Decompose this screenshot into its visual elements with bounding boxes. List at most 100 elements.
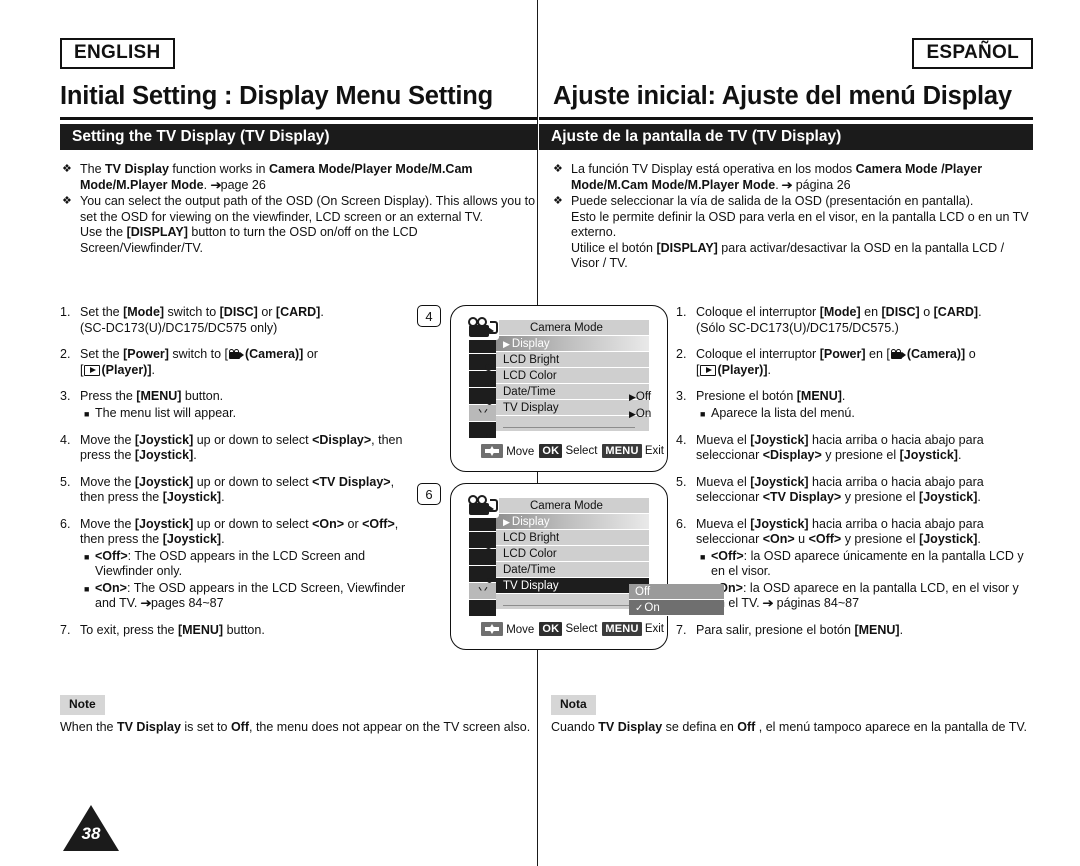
- body-text: button.: [181, 389, 224, 403]
- body-text: .: [977, 532, 981, 546]
- checkmark-icon: ✓: [635, 603, 644, 614]
- square-bullet-icon: ■: [84, 551, 90, 562]
- osd-row-label: Date/Time: [503, 564, 556, 576]
- body-text: or: [303, 347, 318, 361]
- osd-row-date-time[interactable]: Date/Time: [496, 562, 649, 578]
- note-text-english: When the TV Display is set to Off, the m…: [60, 720, 538, 736]
- body-text: function works in: [168, 162, 269, 176]
- emphasis-text: (Camera)]: [906, 347, 966, 361]
- emphasis-text: [MENU]: [854, 622, 900, 637]
- osd-row-label: LCD Color: [503, 548, 557, 560]
- osd-submenu-option-off[interactable]: Off: [629, 584, 724, 600]
- emphasis-text: [Joystick]: [162, 490, 222, 504]
- body-text: up or down to select: [193, 516, 313, 531]
- step-number: 5.: [60, 474, 71, 489]
- osd-icon-cell-gear[interactable]: [469, 422, 496, 439]
- step-item: 1. Set the [Mode] switch to [DISC] or [CA…: [60, 305, 410, 336]
- osd-row-lcd-bright[interactable]: LCD Bright: [496, 352, 649, 368]
- key-menu-icon: MENU: [602, 444, 642, 458]
- page-ref-arrow-icon: ➜: [209, 177, 222, 192]
- osd-submenu: Off ✓On: [629, 584, 724, 616]
- body-text: Utilice el botón: [571, 240, 657, 255]
- emphasis-text: [Power]: [123, 347, 169, 361]
- osd-submenu-option-on[interactable]: ✓On: [629, 600, 724, 616]
- body-text: up or down to select: [193, 432, 313, 447]
- diamond-bullet-icon: ❖: [62, 195, 72, 207]
- osd-row-display[interactable]: ▶ Display: [496, 336, 649, 352]
- step-number: 3.: [60, 389, 71, 403]
- step-item: 6. Move the [Joystick] up or down to sele…: [60, 517, 410, 612]
- osd-row-date-time[interactable]: Date/Time: [496, 384, 649, 400]
- bullet-list-english: ❖ The TV Display function works in Camera…: [60, 162, 538, 257]
- emphasis-text: [Power]: [819, 347, 866, 361]
- osd-icon-cell-disc[interactable]: [469, 388, 496, 405]
- body-text: switch to [: [168, 347, 228, 361]
- emphasis-text: (Camera)]: [244, 347, 304, 361]
- emphasis-text: TV Display: [116, 719, 181, 734]
- step-item: 4. Move the [Joystick] up or down to sele…: [60, 433, 410, 464]
- osd-icon-cell-tv[interactable]: [469, 583, 496, 600]
- osd-row-label: Display: [511, 338, 550, 350]
- emphasis-text: [Mode]: [819, 305, 861, 319]
- bullet-text: The TV Display function works in Camera …: [80, 162, 538, 193]
- square-bullet-icon: ■: [700, 551, 706, 562]
- osd-submenu-option-label: Off: [635, 586, 651, 598]
- emphasis-text: [MENU]: [796, 389, 842, 403]
- body-text: .: [841, 389, 846, 403]
- page-ref-arrow-icon: ➜: [762, 596, 775, 610]
- emphasis-text: [Joystick]: [134, 516, 194, 531]
- emphasis-text: [Joystick]: [919, 490, 978, 504]
- osd-hint-bar: Move OK Select MENU Exit: [481, 444, 664, 458]
- body-text: Mueva el: [696, 516, 751, 531]
- step-item: 1. Coloque el interruptor [Mode] en [DISC…: [676, 305, 1033, 336]
- camera-icon: [228, 349, 244, 359]
- osd-row-lcd-color[interactable]: LCD Color: [496, 546, 649, 562]
- step-text: To exit, press the [MENU] button.: [80, 623, 410, 639]
- step-number: 3.: [676, 389, 687, 403]
- step-subitem-text: <On>: The OSD appears in the LCD Screen,…: [95, 581, 410, 612]
- step-number: 1.: [60, 305, 71, 319]
- osd-icon-cell-gear[interactable]: [469, 600, 496, 617]
- body-text: (Sólo SC-DC173(U)/DC175/DC575.): [696, 320, 899, 335]
- osd-icon-cell-tv[interactable]: [469, 405, 496, 422]
- osd-row-label: LCD Color: [503, 370, 557, 382]
- body-text: (SC-DC173(U)/DC175/DC575 only): [80, 320, 278, 335]
- osd-icon-cell-disc[interactable]: [469, 566, 496, 583]
- emphasis-text: <On>: [95, 580, 127, 595]
- diamond-bullet-icon: ❖: [553, 163, 563, 175]
- osd-icon-cell-tape[interactable]: [469, 549, 496, 566]
- osd-value-tv-display: ▶On: [629, 406, 651, 422]
- osd-row-display[interactable]: ▶ Display: [496, 514, 649, 530]
- step-subitem: ■<On>: la OSD aparece en la pantalla LCD…: [696, 581, 1033, 612]
- osd-row-label: Date/Time: [503, 386, 556, 398]
- emphasis-text: TV Display: [598, 719, 663, 734]
- osd-row-empty: [496, 416, 649, 432]
- body-text: .: [977, 490, 981, 504]
- step-item: 3. Presione el botón [MENU]. ■ Aparece la l…: [676, 389, 1033, 422]
- osd-menu: Camera Mode ▶ Display LCD Bright LCD Color Da…: [466, 494, 724, 617]
- body-text: Para salir, presione el botón: [696, 622, 855, 637]
- osd-row-list: Camera Mode ▶ Display LCD Bright LCD Color Da…: [496, 498, 649, 610]
- osd-row-tv-display[interactable]: TV Display: [496, 400, 649, 416]
- step-text: Press the [MENU] button. ■ The menu list w…: [80, 389, 410, 422]
- osd-icon-cell-record[interactable]: [469, 532, 496, 549]
- step-subitem-text: <Off>: The OSD appears in the LCD Screen…: [95, 549, 410, 580]
- osd-row-label: TV Display: [503, 580, 559, 592]
- step-number: 1.: [676, 305, 687, 319]
- osd-row-lcd-color[interactable]: LCD Color: [496, 368, 649, 384]
- emphasis-text: [Joystick]: [750, 474, 809, 489]
- body-text: Cuando: [551, 719, 599, 734]
- body-text: Presione el botón: [696, 389, 797, 403]
- page-number-text: 38: [81, 824, 101, 843]
- body-text: switch to: [164, 305, 220, 319]
- osd-row-tv-display[interactable]: TV Display: [496, 578, 649, 594]
- diamond-bullet-icon: ❖: [62, 163, 72, 175]
- page-reference: pages 84~87: [150, 596, 224, 610]
- body-text: o: [919, 305, 934, 319]
- page-reference: page 26: [220, 177, 266, 192]
- osd-row-lcd-bright[interactable]: LCD Bright: [496, 530, 649, 546]
- body-text: Aparece la lista del menú.: [711, 405, 855, 420]
- osd-icon-cell-tape[interactable]: [469, 371, 496, 388]
- emphasis-text: [DISPLAY]: [656, 240, 718, 255]
- osd-icon-cell-record[interactable]: [469, 354, 496, 371]
